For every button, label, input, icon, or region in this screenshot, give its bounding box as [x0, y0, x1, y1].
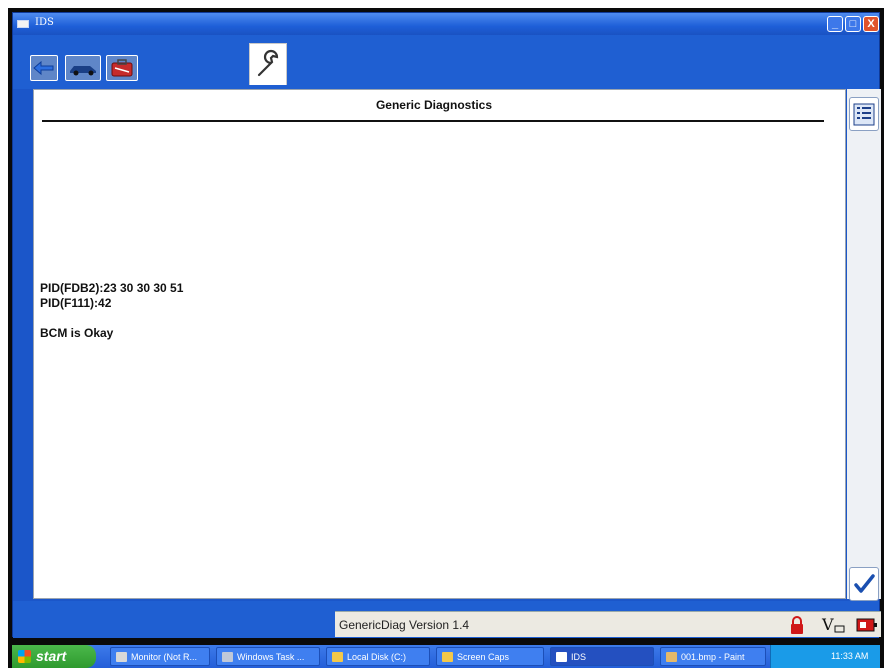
- list-icon: [853, 103, 875, 126]
- tab-tools[interactable]: [249, 43, 287, 85]
- folder-icon: [442, 652, 453, 662]
- wrench-icon: [257, 49, 279, 77]
- pid-fdb2-line: PID(FDB2):23 30 30 30 51: [40, 281, 184, 295]
- task-label: Windows Task ...: [237, 652, 305, 662]
- right-sidebar: [847, 89, 881, 601]
- title-bar[interactable]: IDS _ □ X: [13, 13, 879, 35]
- folder-icon: [332, 652, 343, 662]
- task-label: Monitor (Not R...: [131, 652, 198, 662]
- voltage-icon[interactable]: V: [821, 615, 847, 635]
- window-icon: [556, 652, 567, 662]
- monitor-icon: [116, 652, 127, 662]
- start-label: start: [36, 648, 67, 664]
- connect-tool-button[interactable]: [30, 55, 58, 81]
- task-label: IDS: [571, 652, 587, 662]
- task-monitor[interactable]: Monitor (Not R...: [110, 647, 210, 666]
- title-divider: [42, 120, 824, 122]
- connect-icon: [33, 60, 54, 76]
- confirm-button[interactable]: [849, 567, 879, 601]
- taskbar: start Monitor (Not R... Windows Task ...…: [12, 645, 880, 668]
- bcm-status-line: BCM is Okay: [40, 326, 114, 340]
- page-title: Generic Diagnostics: [375, 98, 493, 112]
- toolbar: [13, 35, 879, 89]
- svg-text:V: V: [821, 615, 834, 634]
- task-ids[interactable]: IDS: [550, 647, 654, 666]
- task-windows-task-manager[interactable]: Windows Task ...: [216, 647, 320, 666]
- task-label: Local Disk (C:): [347, 652, 407, 662]
- task-manager-icon: [222, 652, 233, 662]
- windows-logo-icon: [18, 650, 31, 663]
- ids-window: IDS _ □ X Generic Diagnostics PID(FDB2):…: [12, 12, 881, 638]
- clock: 11:33 AM: [831, 651, 869, 661]
- system-tray: 11:33 AM: [770, 645, 880, 668]
- vehicle-tool-button[interactable]: [65, 55, 101, 81]
- task-label: 001.bmp - Paint: [681, 652, 745, 662]
- task-paint[interactable]: 001.bmp - Paint: [660, 647, 766, 666]
- main-content: Generic Diagnostics PID(FDB2):23 30 30 3…: [33, 89, 846, 599]
- status-bar: GenericDiag Version 1.4 V: [13, 601, 881, 638]
- battery-icon[interactable]: [855, 615, 879, 635]
- task-screen-caps[interactable]: Screen Caps: [436, 647, 544, 666]
- vehicle-icon: [70, 66, 96, 76]
- close-button[interactable]: X: [863, 16, 879, 32]
- list-button[interactable]: [849, 97, 879, 131]
- task-local-disk[interactable]: Local Disk (C:): [326, 647, 430, 666]
- pid-f111-line: PID(F111):42: [40, 296, 112, 310]
- maximize-button[interactable]: □: [845, 16, 861, 32]
- version-status: GenericDiag Version 1.4: [335, 611, 771, 637]
- toolbox-icon: [111, 59, 133, 77]
- status-icons: V: [771, 611, 881, 637]
- start-button[interactable]: start: [12, 645, 96, 668]
- window-icon: [17, 20, 29, 28]
- minimize-button[interactable]: _: [827, 16, 843, 32]
- toolbox-tool-button[interactable]: [106, 55, 138, 81]
- lock-icon[interactable]: [789, 615, 805, 635]
- paint-icon: [666, 652, 677, 662]
- task-label: Screen Caps: [457, 652, 510, 662]
- checkmark-icon: [854, 574, 875, 593]
- window-title: IDS: [35, 17, 54, 28]
